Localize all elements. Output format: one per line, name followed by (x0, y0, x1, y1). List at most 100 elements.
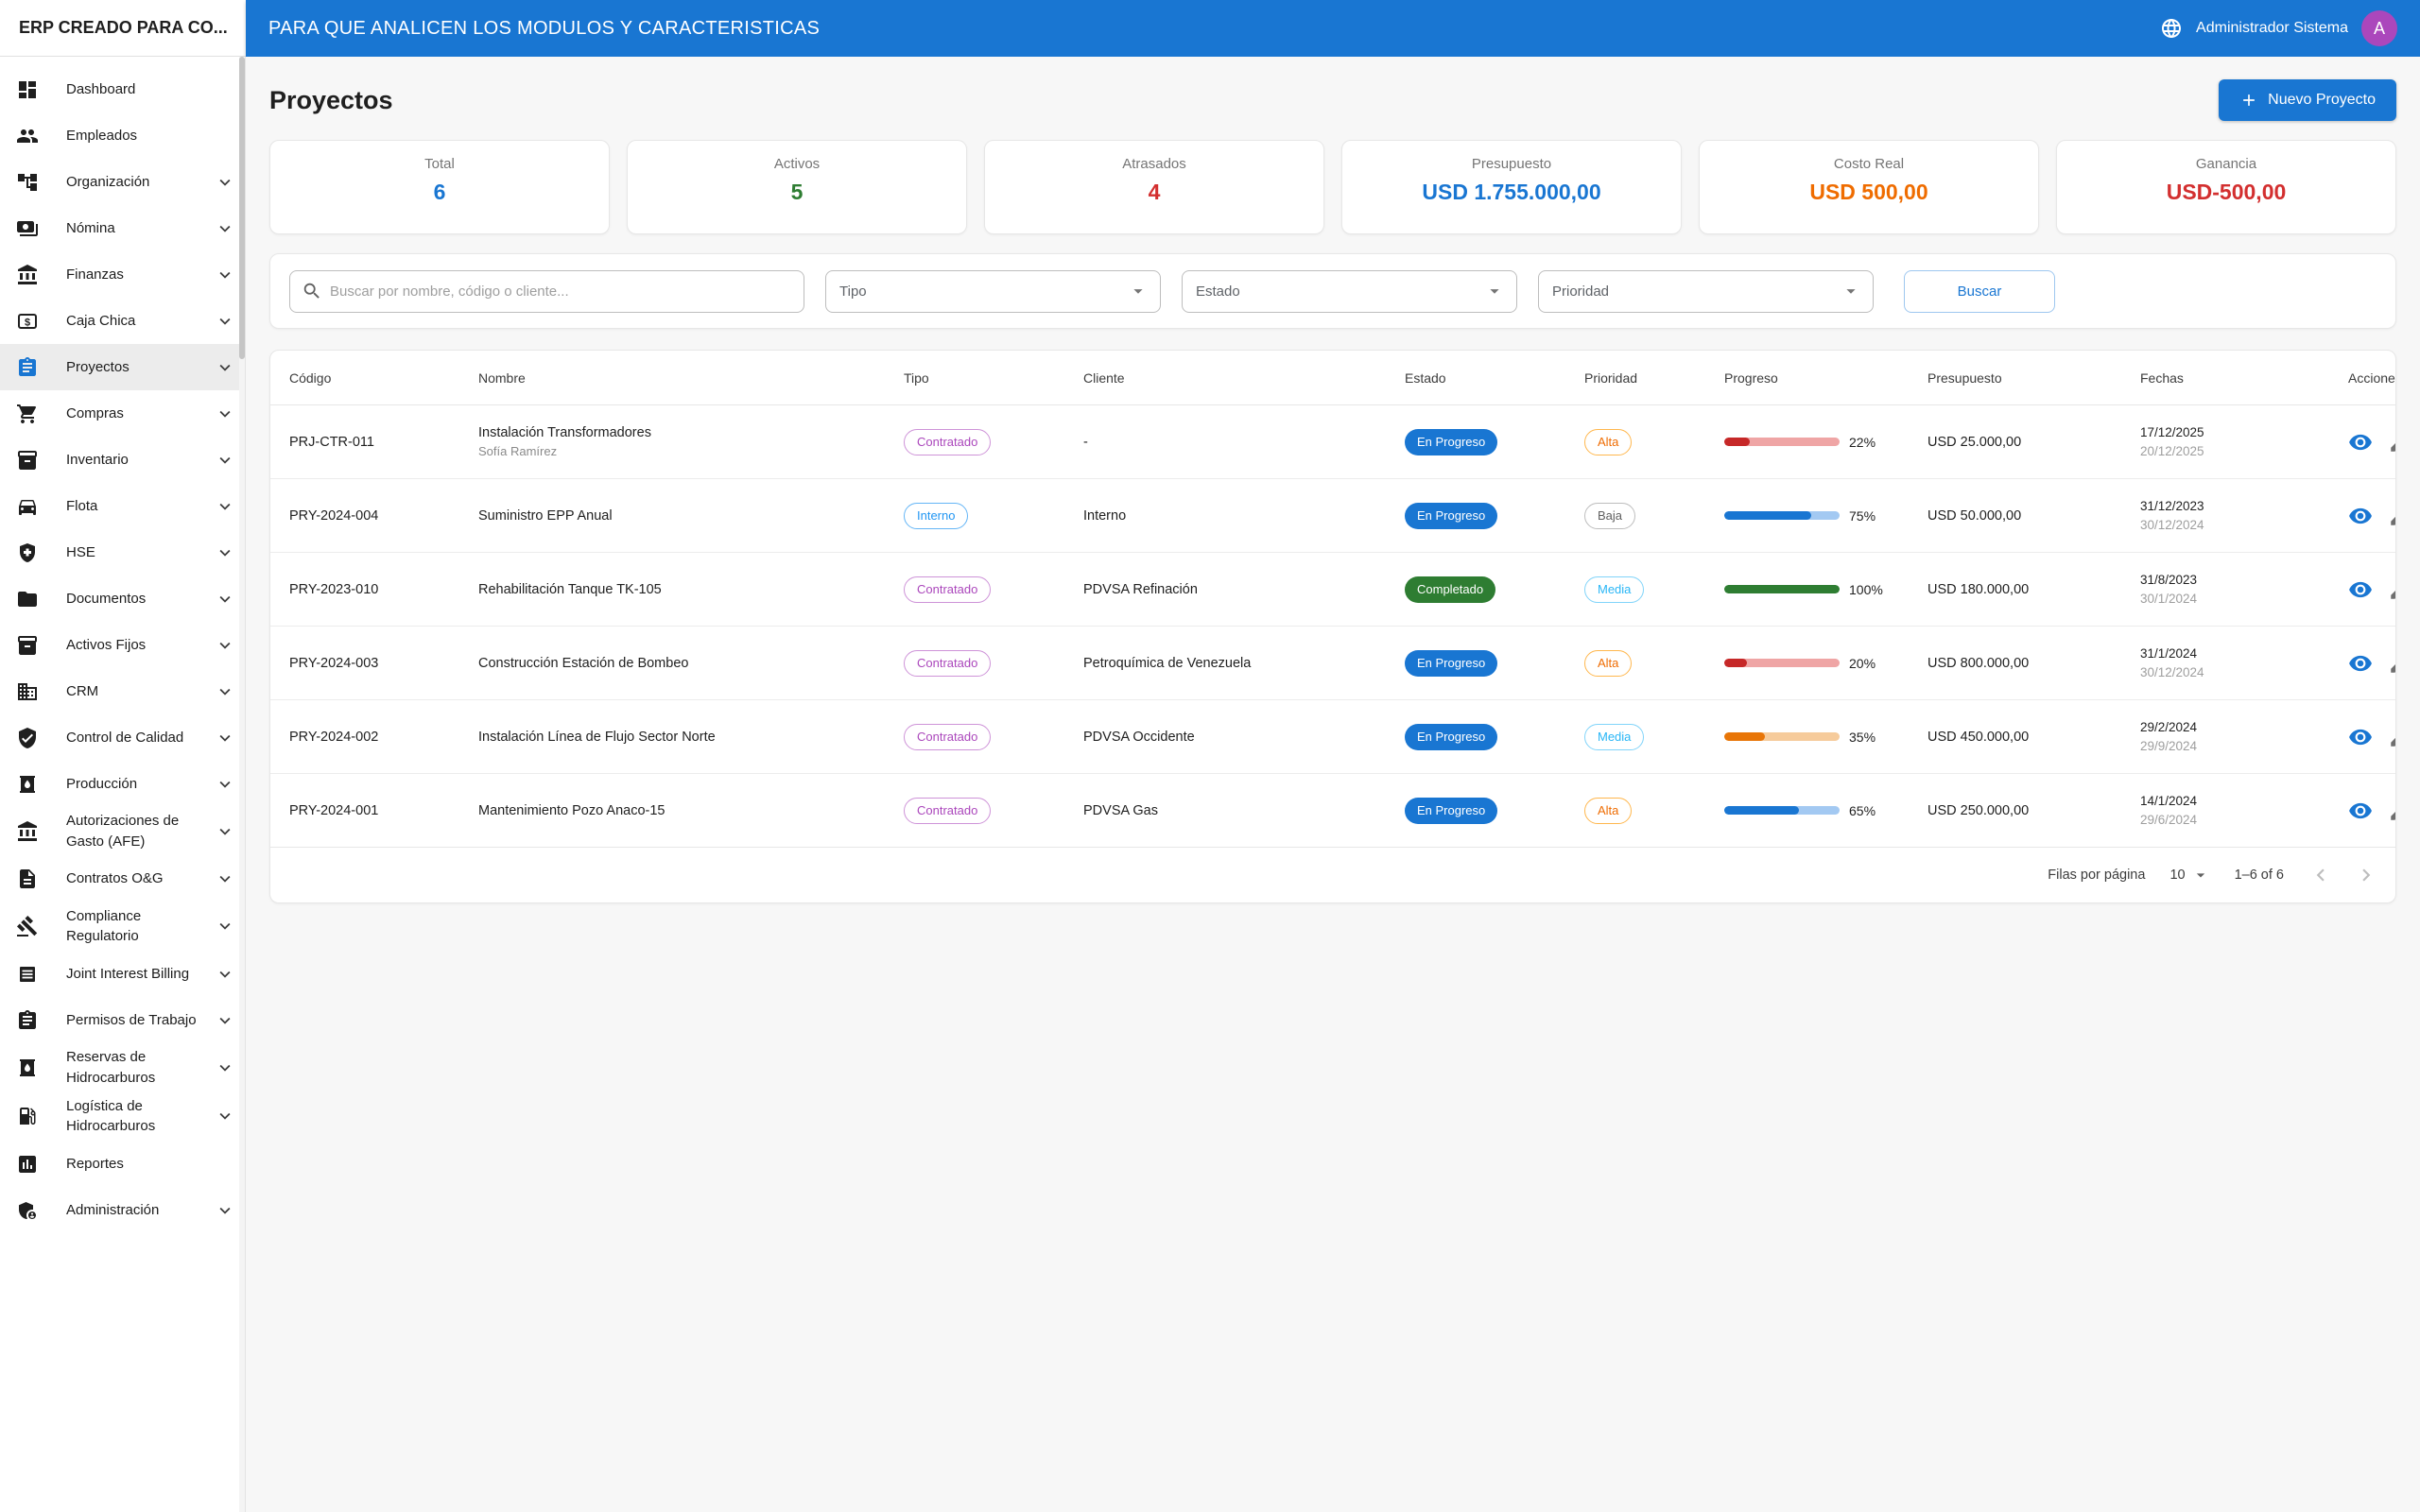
sidebar-item-permisos-de-trabajo[interactable]: Permisos de Trabajo (0, 997, 245, 1043)
sidebar-item-joint-interest-billing[interactable]: Joint Interest Billing (0, 951, 245, 997)
edit-button[interactable] (2388, 799, 2396, 823)
chevron-left-icon (2308, 863, 2333, 887)
view-button[interactable] (2348, 504, 2373, 528)
edit-button[interactable] (2388, 504, 2396, 528)
status-chip: Completado (1405, 576, 1495, 603)
stat-label: Costo Real (1834, 156, 1904, 172)
client-name: PDVSA Gas (1083, 803, 1405, 818)
eye-icon (2348, 799, 2373, 823)
stats-row: Total 6 Activos 5 Atrasados 4 Presupuest… (269, 140, 2396, 234)
view-button[interactable] (2348, 725, 2373, 749)
client-name: PDVSA Occidente (1083, 730, 1405, 745)
chevron-down-icon (215, 821, 235, 842)
sidebar-item-documentos[interactable]: Documentos (0, 576, 245, 622)
budget: USD 800.000,00 (1927, 656, 2140, 671)
sidebar-item-caja-chica[interactable]: $ Caja Chica (0, 298, 245, 344)
sidebar-item-produccion[interactable]: Producción (0, 761, 245, 807)
next-page-button[interactable] (2354, 863, 2378, 887)
search-input[interactable] (330, 284, 792, 300)
view-button[interactable] (2348, 799, 2373, 823)
view-button[interactable] (2348, 430, 2373, 455)
view-button[interactable] (2348, 651, 2373, 676)
avatar[interactable]: A (2361, 10, 2397, 46)
chevron-down-icon (215, 728, 235, 748)
eye-icon (2348, 577, 2373, 602)
view-button[interactable] (2348, 577, 2373, 602)
chevron-down-icon (215, 681, 235, 702)
sidebar-item-proyectos[interactable]: Proyectos (0, 344, 245, 390)
type-select[interactable]: Tipo (825, 270, 1161, 313)
admin-icon (16, 1199, 39, 1222)
chevron-down-icon (215, 1057, 235, 1078)
progress-percent: 100% (1849, 582, 1883, 597)
edit-button[interactable] (2388, 651, 2396, 676)
progress-percent: 20% (1849, 656, 1876, 671)
dates-cell: 31/1/2024 30/12/2024 (2140, 646, 2348, 679)
chevron-down-icon (215, 542, 235, 563)
lines-icon (16, 963, 39, 986)
sidebar-item-finanzas[interactable]: Finanzas (0, 251, 245, 298)
edit-button[interactable] (2388, 577, 2396, 602)
edit-button[interactable] (2388, 725, 2396, 749)
start-date: 17/12/2025 (2140, 425, 2335, 439)
chevron-down-icon (215, 218, 235, 239)
search-button[interactable]: Buscar (1904, 270, 2055, 313)
progress-percent: 22% (1849, 435, 1876, 450)
sidebar-item-logistica-de-hidrocarburos[interactable]: Logística de Hidrocarburos (0, 1092, 245, 1142)
progress-bar (1724, 806, 1840, 815)
sidebar-item-dashboard[interactable]: Dashboard (0, 66, 245, 112)
sidebar-item-crm[interactable]: CRM (0, 668, 245, 714)
stat-value: USD 1.755.000,00 (1422, 180, 1600, 205)
sidebar-item-contratos-o-g[interactable]: Contratos O&G (0, 856, 245, 902)
sidebar-scrollbar[interactable] (239, 57, 245, 1512)
previous-page-button[interactable] (2308, 863, 2333, 887)
progress-percent: 65% (1849, 803, 1876, 818)
sidebar-item-inventario[interactable]: Inventario (0, 437, 245, 483)
pencil-icon (2388, 799, 2396, 823)
search-icon (302, 281, 322, 301)
type-chip: Contratado (904, 798, 991, 824)
sidebar-item-autorizaciones-de-gasto-afe[interactable]: Autorizaciones de Gasto (AFE) (0, 807, 245, 856)
end-date: 30/12/2024 (2140, 518, 2335, 532)
progress-cell: 22% (1724, 435, 1927, 450)
sidebar-item-organizacion[interactable]: Organización (0, 159, 245, 205)
table-row: PRY-2024-004 Suministro EPP Anual Intern… (270, 479, 2395, 553)
main-content: Proyectos Nuevo Proyecto Total 6 Activos… (246, 57, 2420, 1512)
start-date: 14/1/2024 (2140, 794, 2335, 808)
document-icon (16, 868, 39, 890)
status-select[interactable]: Estado (1182, 270, 1517, 313)
sidebar-item-compliance-regulatorio[interactable]: Compliance Regulatorio (0, 902, 245, 952)
sidebar-item-flota[interactable]: Flota (0, 483, 245, 529)
chevron-down-icon (215, 265, 235, 285)
budget: USD 250.000,00 (1927, 803, 2140, 818)
priority-select[interactable]: Prioridad (1538, 270, 1874, 313)
dropdown-arrow-icon (1484, 281, 1505, 301)
sidebar-item-compras[interactable]: Compras (0, 390, 245, 437)
chevron-down-icon (215, 868, 235, 889)
progress-cell: 65% (1724, 803, 1927, 818)
sidebar-item-empleados[interactable]: Empleados (0, 112, 245, 159)
stat-card-presupuesto: Presupuesto USD 1.755.000,00 (1341, 140, 1682, 234)
plus-icon (2239, 91, 2258, 110)
rows-per-page-select[interactable]: 10 (2169, 866, 2209, 885)
language-globe-icon[interactable] (2160, 17, 2183, 40)
sidebar-item-administracion[interactable]: Administración (0, 1187, 245, 1233)
stat-value: USD 500,00 (1809, 180, 1927, 205)
column-header-progreso: Progreso (1724, 370, 1927, 386)
type-chip: Contratado (904, 576, 991, 603)
project-name: Construcción Estación de Bombeo (478, 656, 890, 671)
budget: USD 180.000,00 (1927, 582, 2140, 597)
end-date: 29/6/2024 (2140, 813, 2335, 827)
sidebar-item-reservas-de-hidrocarburos[interactable]: Reservas de Hidrocarburos (0, 1043, 245, 1092)
sidebar-item-nomina[interactable]: Nómina (0, 205, 245, 251)
project-code: PRY-2024-002 (289, 730, 478, 745)
edit-button[interactable] (2388, 430, 2396, 455)
sidebar-item-control-de-calidad[interactable]: Control de Calidad (0, 714, 245, 761)
start-date: 31/1/2024 (2140, 646, 2335, 661)
sidebar-item-reportes[interactable]: Reportes (0, 1141, 245, 1187)
top-bar-main: PARA QUE ANALICEN LOS MODULOS Y CARACTER… (246, 0, 2420, 57)
new-project-button[interactable]: Nuevo Proyecto (2219, 79, 2396, 121)
sidebar-item-hse[interactable]: HSE (0, 529, 245, 576)
progress-cell: 75% (1724, 508, 1927, 524)
sidebar-item-activos-fijos[interactable]: Activos Fijos (0, 622, 245, 668)
